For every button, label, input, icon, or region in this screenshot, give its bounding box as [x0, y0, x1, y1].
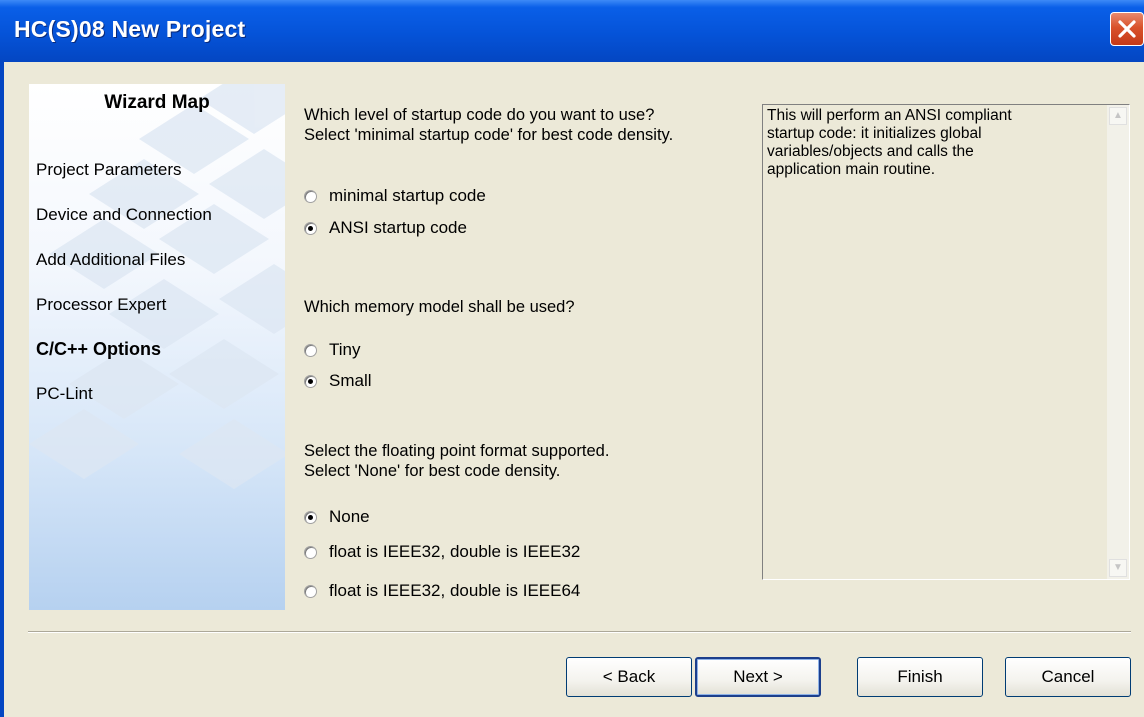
back-button[interactable]: < Back [566, 657, 692, 697]
radio-tiny[interactable]: Tiny [304, 338, 361, 362]
radio-label: minimal startup code [329, 186, 486, 205]
description-line: startup code: it initializes global [767, 125, 982, 142]
radio-label: None [329, 507, 370, 526]
finish-button[interactable]: Finish [857, 657, 983, 697]
separator-highlight [28, 632, 1131, 633]
radio-button[interactable] [304, 189, 317, 203]
close-button[interactable] [1110, 12, 1144, 46]
scroll-down-icon[interactable]: ▼ [1109, 559, 1127, 577]
description-box[interactable]: This will perform an ANSI compliant star… [762, 104, 1130, 580]
wizard-map-item-pc-lint[interactable]: PC-Lint [36, 384, 93, 404]
radio-minimal-startup-code[interactable]: minimal startup code [304, 184, 486, 208]
startup-hint: Select 'minimal startup code' for best c… [304, 126, 674, 144]
wizard-map-title: Wizard Map [104, 92, 210, 113]
radio-button[interactable] [304, 374, 317, 388]
wizard-map-item-processor-expert[interactable]: Processor Expert [36, 295, 166, 315]
radio-label: ANSI startup code [329, 218, 467, 237]
vertical-scrollbar[interactable]: ▲ ▼ [1107, 105, 1129, 579]
startup-question: Which level of startup code do you want … [304, 106, 655, 124]
description-line: This will perform an ANSI compliant [767, 107, 1012, 124]
radio-none[interactable]: None [304, 505, 370, 529]
radio-button[interactable] [304, 343, 317, 357]
wizard-map-item-add-additional-files[interactable]: Add Additional Files [36, 250, 185, 270]
description-line: application main routine. [767, 161, 936, 178]
window-title: HC(S)08 New Project [14, 16, 246, 42]
radio-ansi-startup-code[interactable]: ANSI startup code [304, 216, 467, 240]
radio-button[interactable] [304, 510, 317, 524]
next-button[interactable]: Next > [695, 657, 821, 697]
radio-label: float is IEEE32, double is IEEE64 [329, 581, 581, 600]
close-icon [1118, 20, 1136, 38]
radio-label: float is IEEE32, double is IEEE32 [329, 542, 581, 561]
memory-question: Which memory model shall be used? [304, 298, 575, 316]
radio-button[interactable] [304, 545, 317, 559]
radio-ieee32-double-ieee32[interactable]: float is IEEE32, double is IEEE32 [304, 540, 580, 564]
window-frame [0, 62, 4, 717]
wizard-map-panel: Wizard Map Project Parameters Device and… [29, 84, 285, 610]
radio-small[interactable]: Small [304, 369, 372, 393]
radio-button[interactable] [304, 221, 317, 235]
wizard-map-item-project-parameters[interactable]: Project Parameters [36, 160, 182, 180]
radio-label: Tiny [329, 340, 361, 359]
description-text: This will perform an ANSI compliant star… [767, 107, 1097, 179]
floating-question: Select the floating point format support… [304, 442, 610, 460]
radio-ieee32-double-ieee64[interactable]: float is IEEE32, double is IEEE64 [304, 579, 580, 603]
wizard-map-item-cpp-options[interactable]: C/C++ Options [36, 339, 161, 360]
cancel-button[interactable]: Cancel [1005, 657, 1131, 697]
title-bar: HC(S)08 New Project [0, 0, 1144, 62]
wizard-map-item-device-and-connection[interactable]: Device and Connection [36, 205, 212, 225]
radio-button[interactable] [304, 584, 317, 598]
description-line: variables/objects and calls the [767, 143, 974, 160]
radio-label: Small [329, 371, 372, 390]
scroll-up-icon[interactable]: ▲ [1109, 107, 1127, 125]
floating-hint: Select 'None' for best code density. [304, 462, 561, 480]
